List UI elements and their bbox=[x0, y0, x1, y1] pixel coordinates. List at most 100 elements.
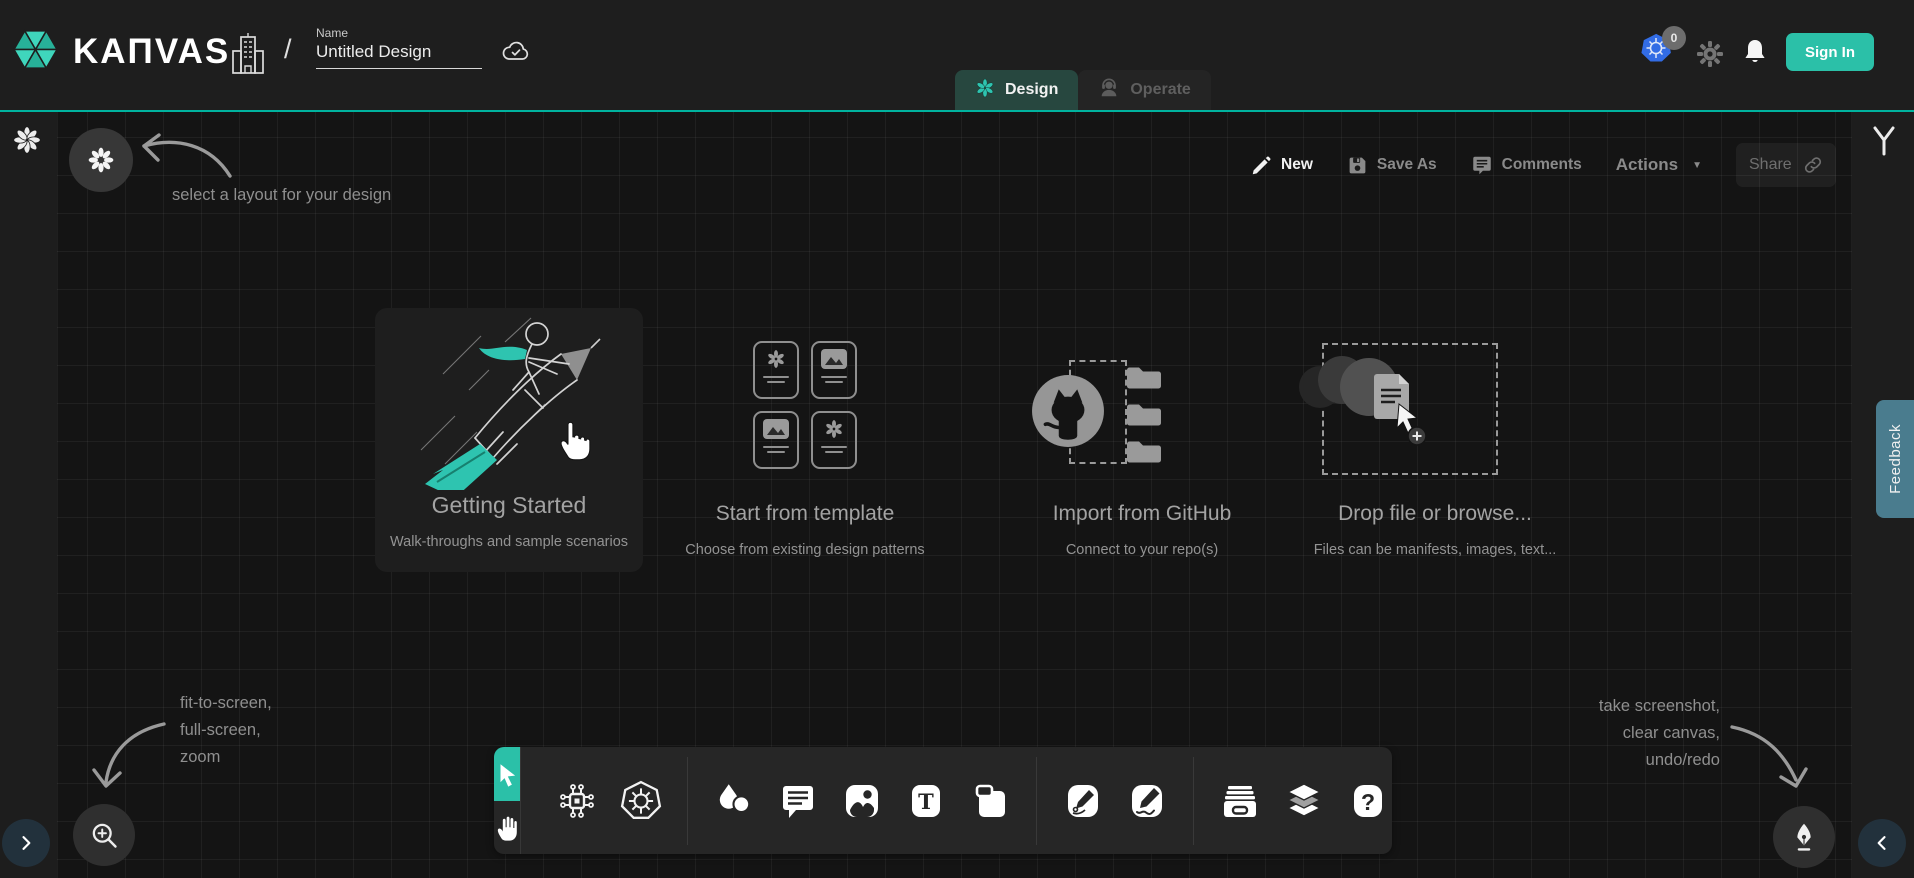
canvas-actions-button[interactable] bbox=[1773, 806, 1835, 868]
pencil-icon bbox=[1251, 155, 1272, 176]
text-tool-button[interactable]: T bbox=[904, 779, 948, 823]
layers-tool-button[interactable] bbox=[1282, 779, 1326, 823]
kubernetes-tool-button[interactable] bbox=[619, 779, 663, 823]
drawer-tool-button[interactable] bbox=[1218, 779, 1262, 823]
layout-hint-arrow bbox=[132, 128, 242, 186]
pen-nib-icon bbox=[1790, 821, 1818, 853]
text-t-icon: T bbox=[906, 781, 946, 821]
comment-tool-button[interactable] bbox=[776, 779, 820, 823]
chevron-left-icon bbox=[1872, 833, 1892, 853]
kanvas-app: KAΠVAS / Name bbox=[0, 0, 1914, 878]
import-from-github-card[interactable]: Import from GitHub Connect to your repo(… bbox=[1007, 330, 1277, 570]
cluster-status-button[interactable]: 0 bbox=[1640, 32, 1686, 72]
collapse-right-panel-button[interactable] bbox=[1858, 819, 1906, 867]
help-question-icon: ? bbox=[1348, 781, 1388, 821]
tool-icons-row: T bbox=[521, 747, 1424, 854]
tab-design[interactable]: Design bbox=[955, 70, 1078, 110]
tool-dock: T bbox=[494, 747, 1392, 854]
floppy-save-icon bbox=[1347, 155, 1368, 176]
start-from-template-card[interactable]: Start from template Choose from existing… bbox=[672, 330, 938, 570]
brand-wordmark: KAΠVAS bbox=[73, 32, 230, 72]
hint-undo-redo: undo/redo bbox=[1520, 747, 1720, 774]
import-from-github-title: Import from GitHub bbox=[1007, 502, 1277, 526]
comments-button[interactable]: Comments bbox=[1471, 155, 1582, 176]
template-thumb-image bbox=[811, 341, 857, 399]
shapes-tool-button[interactable] bbox=[712, 779, 756, 823]
canvas-actions-hint-text: take screenshot, clear canvas, undo/redo bbox=[1520, 693, 1720, 774]
feedback-label: Feedback bbox=[1887, 424, 1904, 494]
left-dock bbox=[0, 112, 57, 878]
notifications-bell-icon[interactable] bbox=[1743, 38, 1767, 72]
pointer-tools-group bbox=[494, 747, 521, 854]
share-link-icon bbox=[1803, 155, 1823, 175]
magnifier-plus-icon bbox=[89, 820, 119, 850]
image-tool-button[interactable] bbox=[840, 779, 884, 823]
hint-fit-to-screen: fit-to-screen, bbox=[180, 690, 272, 717]
template-thumb-image bbox=[753, 411, 799, 469]
save-as-button[interactable]: Save As bbox=[1347, 155, 1437, 176]
drop-file-title: Drop file or browse... bbox=[1295, 502, 1575, 526]
comments-label: Comments bbox=[1502, 156, 1582, 174]
pencil-scribble-icon bbox=[1127, 781, 1167, 821]
expand-left-panel-button[interactable] bbox=[2, 819, 50, 867]
save-as-label: Save As bbox=[1377, 156, 1437, 174]
cluster-count-badge: 0 bbox=[1662, 26, 1686, 50]
design-spiral-icon bbox=[975, 78, 995, 103]
canvas-toolbar: New Save As Comments Actions ▼ Share bbox=[1240, 142, 1836, 188]
brand-logo[interactable]: KAΠVAS bbox=[12, 26, 230, 78]
layout-picker-button[interactable] bbox=[69, 128, 133, 192]
getting-started-title: Getting Started bbox=[375, 492, 643, 519]
tab-operate[interactable]: Operate bbox=[1078, 70, 1210, 110]
template-thumb-design bbox=[811, 411, 857, 469]
hand-pan-icon bbox=[494, 814, 520, 842]
sign-in-button[interactable]: Sign In bbox=[1786, 33, 1874, 71]
drawer-icon bbox=[1219, 781, 1261, 821]
tab-design-label: Design bbox=[1005, 81, 1058, 99]
new-button[interactable]: New bbox=[1251, 155, 1313, 176]
pen-tool-button[interactable] bbox=[1061, 779, 1105, 823]
name-field-label: Name bbox=[316, 26, 482, 40]
start-from-template-subtitle: Choose from existing design patterns bbox=[672, 542, 938, 558]
start-from-template-title: Start from template bbox=[672, 502, 938, 526]
drop-file-subtitle: Files can be manifests, images, text... bbox=[1295, 542, 1575, 558]
kanvas-hexagon-icon bbox=[12, 26, 59, 78]
canvas-actions-hint-arrow bbox=[1726, 714, 1814, 798]
layers-icon bbox=[1282, 780, 1326, 822]
pan-tool-button[interactable] bbox=[494, 801, 520, 854]
note-tool-button[interactable] bbox=[968, 779, 1012, 823]
cloud-save-status-icon bbox=[502, 39, 530, 67]
app-header: KAΠVAS / Name bbox=[0, 0, 1914, 110]
layout-asterisk-icon bbox=[87, 146, 115, 174]
select-tool-button[interactable] bbox=[494, 747, 520, 801]
zoom-controls-button[interactable] bbox=[73, 804, 135, 866]
dock-y-icon[interactable] bbox=[1868, 124, 1900, 167]
layout-hint-text: select a layout for your design bbox=[172, 186, 391, 205]
drop-file-illustration bbox=[1295, 352, 1445, 472]
design-name-input[interactable] bbox=[316, 40, 482, 69]
feedback-tab[interactable]: Feedback bbox=[1876, 400, 1914, 518]
help-tool-button[interactable]: ? bbox=[1346, 779, 1390, 823]
github-octocat-icon bbox=[1031, 374, 1105, 448]
getting-started-card[interactable]: Getting Started Walk-throughs and sample… bbox=[375, 308, 643, 572]
template-thumbnails bbox=[753, 341, 857, 469]
getting-started-subtitle: Walk-throughs and sample scenarios bbox=[375, 534, 643, 550]
component-tool-button[interactable] bbox=[555, 779, 599, 823]
drop-file-card[interactable]: Drop file or browse... Files can be mani… bbox=[1295, 330, 1575, 570]
kubernetes-wheel-icon bbox=[620, 780, 662, 822]
organization-building-icon[interactable] bbox=[231, 33, 265, 82]
meshery-spiral-icon[interactable] bbox=[13, 126, 41, 159]
template-thumb-design bbox=[753, 341, 799, 399]
hint-clear-canvas: clear canvas, bbox=[1520, 720, 1720, 747]
toolbar-divider bbox=[687, 757, 688, 845]
pencil-draw-tool-button[interactable] bbox=[1125, 779, 1169, 823]
sticky-note-icon bbox=[970, 781, 1010, 821]
caret-down-icon: ▼ bbox=[1692, 160, 1702, 171]
actions-dropdown[interactable]: Actions ▼ bbox=[1616, 155, 1702, 175]
share-button[interactable]: Share bbox=[1736, 143, 1836, 187]
component-circuit-icon bbox=[557, 781, 597, 821]
chevron-right-icon bbox=[16, 833, 36, 853]
svg-text:T: T bbox=[918, 789, 934, 814]
settings-gear-icon[interactable] bbox=[1697, 41, 1723, 72]
toolbar-divider bbox=[1036, 757, 1037, 845]
hint-take-screenshot: take screenshot, bbox=[1520, 693, 1720, 720]
